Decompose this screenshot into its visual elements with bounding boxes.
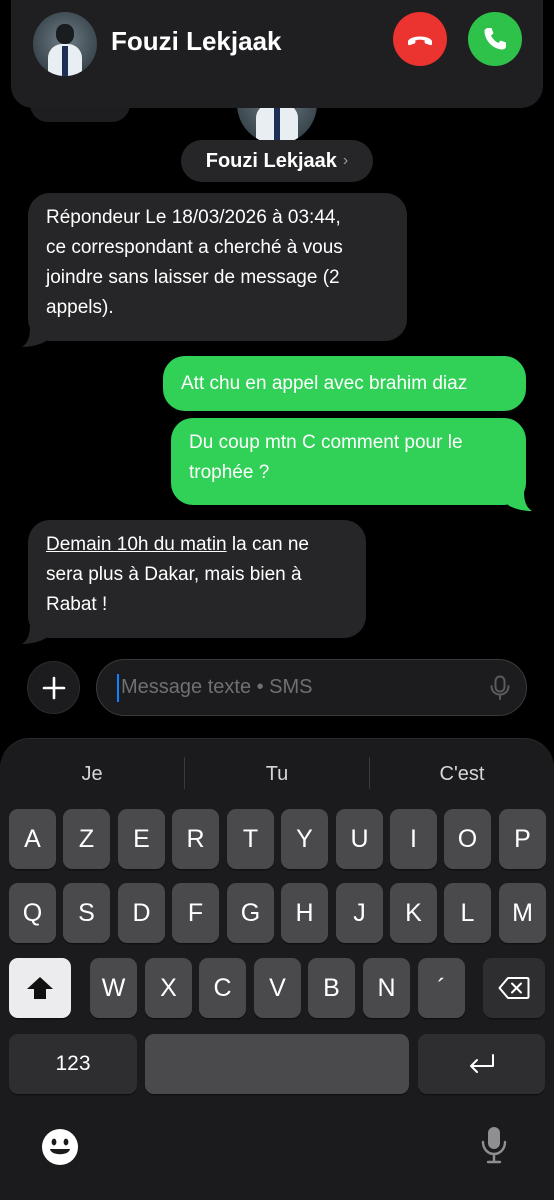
key[interactable]: C xyxy=(199,958,246,1018)
key[interactable]: G xyxy=(227,883,274,943)
message-line: joindre sans laisser de message (2 xyxy=(46,267,340,288)
key[interactable]: A xyxy=(9,809,56,869)
emoji-icon[interactable] xyxy=(41,1128,79,1166)
key[interactable]: T xyxy=(227,809,274,869)
key[interactable]: N xyxy=(363,958,410,1018)
key[interactable]: Z xyxy=(63,809,110,869)
message-line: Rabat ! xyxy=(46,594,108,615)
key[interactable]: E xyxy=(118,809,165,869)
message-line: Demain 10h du matin la can ne xyxy=(46,534,310,555)
message-compose-field[interactable] xyxy=(96,659,527,716)
message-line: Du coup mtn C comment pour le xyxy=(189,432,463,453)
key[interactable]: L xyxy=(444,883,491,943)
message-input[interactable] xyxy=(121,660,481,715)
phone-icon xyxy=(484,28,506,50)
delete-key[interactable] xyxy=(483,958,545,1018)
plus-icon xyxy=(42,676,65,699)
message-bubble-outgoing[interactable]: Du coup mtn C comment pour le trophée ? xyxy=(171,418,532,511)
key[interactable]: J xyxy=(336,883,383,943)
key[interactable]: S xyxy=(63,883,110,943)
key[interactable]: W xyxy=(90,958,137,1018)
key[interactable]: I xyxy=(390,809,437,869)
caller-avatar xyxy=(33,12,97,76)
caller-name: Fouzi Lekjaak xyxy=(111,26,282,56)
message-bubble-incoming[interactable]: Demain 10h du matin la can ne sera plus … xyxy=(22,520,366,644)
key[interactable]: R xyxy=(172,809,219,869)
contact-name-pill[interactable]: Fouzi Lekjaak › xyxy=(181,140,373,182)
key[interactable]: M xyxy=(499,883,546,943)
key[interactable]: F xyxy=(172,883,219,943)
key[interactable]: Y xyxy=(281,809,328,869)
numbers-key[interactable]: 123 xyxy=(9,1034,137,1094)
suggestion-item[interactable]: Tu xyxy=(185,759,369,789)
shift-arrow-icon xyxy=(27,977,53,999)
message-line: trophée ? xyxy=(189,462,270,483)
key[interactable]: V xyxy=(254,958,301,1018)
return-key[interactable] xyxy=(418,1034,545,1094)
delete-backspace-icon xyxy=(498,977,530,999)
message-bubble-incoming[interactable]: Répondeur Le 18/03/2026 à 03:44, ce corr… xyxy=(22,193,407,347)
accept-call-button[interactable] xyxy=(468,12,522,66)
suggestion-item[interactable]: Je xyxy=(0,759,184,789)
space-key[interactable] xyxy=(145,1034,409,1094)
message-line: appels). xyxy=(46,297,114,318)
suggestion-item[interactable]: C'est xyxy=(370,759,554,789)
accent-key[interactable]: ´ xyxy=(418,958,465,1018)
key[interactable]: D xyxy=(118,883,165,943)
key[interactable]: U xyxy=(336,809,383,869)
bubble-tail xyxy=(508,491,532,511)
bubble-tail xyxy=(22,624,46,644)
add-attachment-button[interactable] xyxy=(27,661,80,714)
microphone-icon[interactable] xyxy=(489,675,511,701)
message-line: ce correspondant a cherché à vous xyxy=(46,237,343,258)
message-bubble-outgoing[interactable]: Att chu en appel avec brahim diaz xyxy=(163,356,526,411)
message-line: sera plus à Dakar, mais bien à xyxy=(46,564,302,585)
phone-down-icon xyxy=(408,36,432,46)
keyboard: Je Tu C'est A Z E R T Y U I O P Q S D F … xyxy=(0,738,554,1200)
key[interactable]: Q xyxy=(9,883,56,943)
incoming-call-banner[interactable]: Fouzi Lekjaak xyxy=(11,0,543,108)
key[interactable]: B xyxy=(308,958,355,1018)
date-link[interactable]: Demain 10h du matin xyxy=(46,534,227,555)
key[interactable]: K xyxy=(390,883,437,943)
message-line: Att chu en appel avec brahim diaz xyxy=(181,373,468,394)
key[interactable]: X xyxy=(145,958,192,1018)
message-line: Répondeur Le 18/03/2026 à 03:44, xyxy=(46,207,341,228)
key[interactable]: H xyxy=(281,883,328,943)
key[interactable]: P xyxy=(499,809,546,869)
chevron-right-icon: › xyxy=(342,152,349,169)
contact-name: Fouzi Lekjaak xyxy=(205,149,337,172)
key[interactable]: O xyxy=(444,809,491,869)
shift-key[interactable] xyxy=(9,958,71,1018)
bubble-tail xyxy=(22,327,46,347)
text-caret xyxy=(117,674,119,702)
microphone-icon[interactable] xyxy=(480,1125,508,1165)
return-arrow-icon xyxy=(469,1054,494,1073)
decline-call-button[interactable] xyxy=(393,12,447,66)
